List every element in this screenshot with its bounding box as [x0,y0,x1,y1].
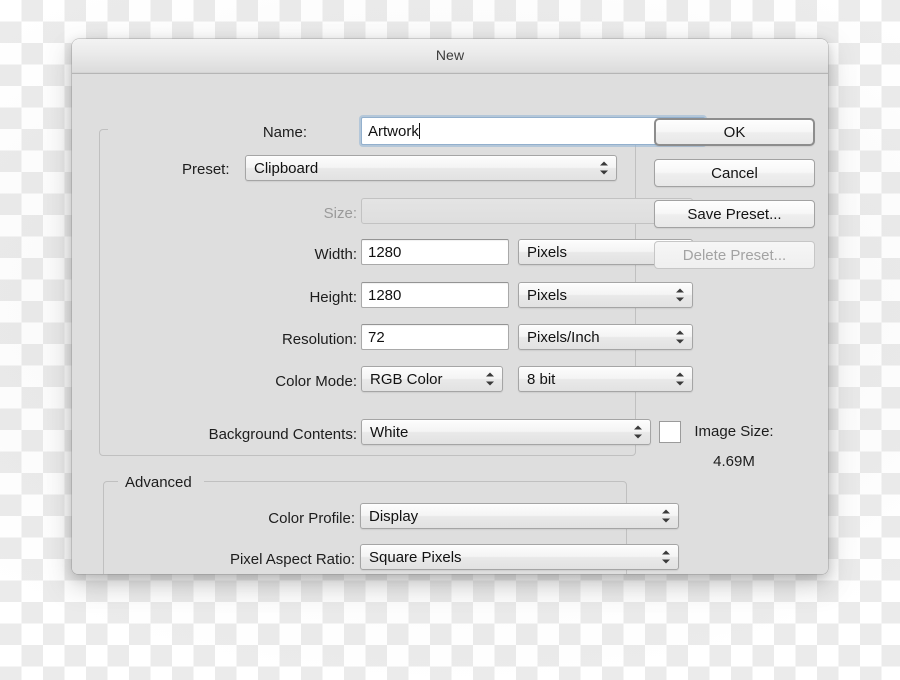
chevron-updown-icon [662,509,671,524]
delete-preset-button: Delete Preset... [654,241,815,269]
dialog-title: New [435,47,465,63]
height-input[interactable]: 1280 [361,282,509,308]
color-depth-value: 8 bit [527,370,556,388]
color-mode-label: Color Mode: [275,373,357,390]
background-contents-select[interactable]: White [361,419,651,445]
preset-select-value: Clipboard [254,159,319,177]
height-label: Height: [309,289,357,306]
chevron-updown-icon [600,161,609,176]
image-size-label: Image Size: [694,423,774,440]
width-label: Width: [314,246,357,263]
height-unit-value: Pixels [527,286,568,304]
chevron-updown-icon [676,372,685,387]
resolution-input[interactable]: 72 [361,324,509,350]
background-contents-value: White [370,423,409,441]
dialog-titlebar[interactable]: New [72,39,828,74]
ok-button[interactable]: OK [654,118,815,146]
advanced-legend: Advanced [120,475,197,490]
resolution-input-value: 72 [368,328,385,346]
transparency-backdrop: New Name: Artwork Preset: Clipboard Size… [0,0,900,680]
size-select [361,198,693,224]
chevron-updown-icon [676,330,685,345]
color-depth-select[interactable]: 8 bit [518,366,693,392]
width-input-value: 1280 [368,243,402,261]
height-unit-select[interactable]: Pixels [518,282,693,308]
color-profile-label: Color Profile: [268,510,355,527]
chevron-updown-icon [662,550,671,565]
color-mode-select[interactable]: RGB Color [361,366,503,392]
cancel-button[interactable]: Cancel [654,159,815,187]
background-contents-label: Background Contents: [208,426,357,443]
save-preset-button[interactable]: Save Preset... [654,200,815,228]
resolution-label: Resolution: [281,331,357,348]
preset-label: Preset: [176,162,230,177]
color-profile-select[interactable]: Display [360,503,679,529]
name-input-value: Artwork [368,122,419,140]
size-label: Size: [323,205,357,222]
pixel-aspect-ratio-label: Pixel Aspect Ratio: [229,551,355,568]
preset-select[interactable]: Clipboard [245,155,617,181]
dialog-body: Name: Artwork Preset: Clipboard Size: Wi… [72,74,828,574]
color-profile-value: Display [369,507,419,525]
height-input-value: 1280 [368,286,402,304]
color-mode-value: RGB Color [370,370,443,388]
width-input[interactable]: 1280 [361,239,509,265]
text-caret [418,123,420,139]
pixel-aspect-ratio-select[interactable]: Square Pixels [360,544,679,570]
pixel-aspect-ratio-value: Square Pixels [369,548,462,566]
chevron-updown-icon [676,288,685,303]
name-label: Name: [262,124,307,141]
new-document-dialog: New Name: Artwork Preset: Clipboard Size… [72,39,828,574]
resolution-unit-value: Pixels/Inch [527,328,600,346]
chevron-updown-icon [486,372,495,387]
resolution-unit-select[interactable]: Pixels/Inch [518,324,693,350]
width-unit-value: Pixels [527,243,568,261]
image-size-value: 4.69M [713,453,755,470]
